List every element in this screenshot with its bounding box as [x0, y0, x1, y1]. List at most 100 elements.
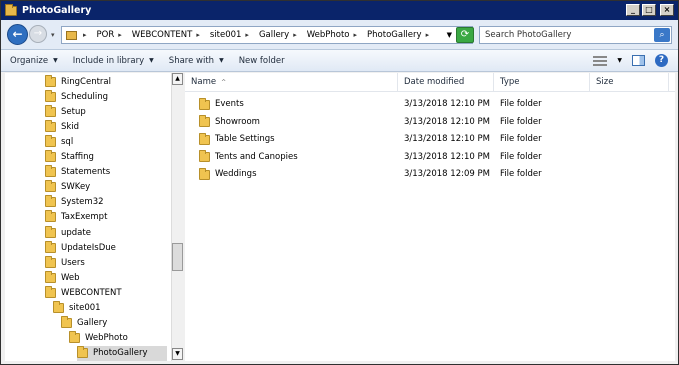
- tree-item[interactable]: Users: [45, 255, 167, 270]
- folder-icon: [45, 74, 56, 87]
- scroll-down-button[interactable]: ▼: [172, 348, 183, 360]
- search-input[interactable]: Search PhotoGallery ⌕: [479, 26, 672, 44]
- organize-label: Organize: [10, 55, 49, 66]
- maximize-button[interactable]: □: [642, 4, 656, 16]
- navigation-pane: RingCentral Scheduling Setup Skid sql Staffin…: [5, 73, 183, 361]
- folder-icon: [45, 285, 56, 298]
- file-date: 3/13/2018 12:10 PM: [404, 151, 490, 162]
- column-type[interactable]: Type: [494, 73, 590, 92]
- minimize-button[interactable]: _: [626, 4, 640, 16]
- tree-item-label: System32: [61, 197, 104, 208]
- breadcrumb-chevron-icon[interactable]: ▸: [354, 31, 358, 39]
- tree-item-label: PhotoGallery: [93, 348, 148, 359]
- folder-icon: [45, 255, 56, 268]
- folder-icon: [77, 346, 88, 359]
- tree-item[interactable]: Statements: [45, 165, 167, 180]
- help-icon[interactable]: ?: [655, 54, 668, 67]
- tree-item-label: SWKey: [61, 182, 91, 193]
- tree-item-label: WEBCONTENT: [61, 287, 122, 298]
- file-type: File folder: [500, 151, 542, 162]
- close-button[interactable]: ×: [660, 4, 674, 16]
- scroll-thumb[interactable]: [172, 243, 183, 271]
- refresh-button[interactable]: ⟳: [456, 27, 474, 43]
- views-dropdown-icon[interactable]: ▼: [617, 57, 622, 64]
- tree-item[interactable]: RingCentral: [45, 74, 167, 89]
- file-row[interactable]: Tents and Canopies 3/13/2018 12:10 PM File…: [185, 149, 675, 166]
- breadcrumb-item[interactable]: site001 ▸: [210, 30, 253, 40]
- breadcrumb-item[interactable]: WEBCONTENT ▸: [132, 30, 204, 40]
- share-with-button[interactable]: Share with ▼: [169, 56, 224, 66]
- column-size[interactable]: Size: [590, 73, 669, 92]
- title-bar: PhotoGallery _ □ ×: [1, 1, 678, 20]
- folder-icon: [45, 180, 56, 193]
- folder-icon: [199, 150, 210, 163]
- column-date-modified[interactable]: Date modified: [398, 73, 494, 92]
- file-name: Tents and Canopies: [215, 151, 298, 162]
- navigation-scrollbar[interactable]: ▲ ▼: [171, 73, 183, 361]
- folder-icon: [199, 132, 210, 145]
- tree-item[interactable]: WEBCONTENT: [45, 285, 167, 300]
- tree-item[interactable]: Web: [45, 270, 167, 285]
- address-bar[interactable]: ▸ POR ▸ WEBCONTENT ▸ site001 ▸ Gallery ▸ WebPhot…: [61, 26, 473, 44]
- tree-item[interactable]: Gallery: [61, 316, 167, 331]
- column-name[interactable]: Name ^: [185, 73, 398, 92]
- preview-pane-icon[interactable]: [632, 55, 645, 66]
- change-view-icon[interactable]: [593, 55, 608, 66]
- breadcrumb-chevron-icon[interactable]: ▸: [196, 31, 200, 39]
- folder-icon: [199, 97, 210, 110]
- tree-item[interactable]: System32: [45, 195, 167, 210]
- chevron-down-icon: ▼: [53, 57, 58, 64]
- breadcrumb: POR ▸ WEBCONTENT ▸ site001 ▸ Gallery ▸ WebPhoto ▸…: [91, 30, 434, 40]
- breadcrumb-item[interactable]: WebPhoto ▸: [307, 30, 361, 40]
- search-icon[interactable]: ⌕: [654, 28, 670, 42]
- sort-ascending-icon: ^: [221, 79, 227, 86]
- tree-item[interactable]: PhotoGallery: [77, 345, 167, 361]
- breadcrumb-item[interactable]: Gallery ▸: [259, 30, 301, 40]
- tree-item[interactable]: UpdateIsDue: [45, 240, 167, 255]
- new-folder-button[interactable]: New folder: [239, 56, 285, 66]
- breadcrumb-chevron-icon[interactable]: ▸: [426, 31, 430, 39]
- scroll-up-button[interactable]: ▲: [172, 73, 183, 85]
- folder-icon: [45, 150, 56, 162]
- tree-item[interactable]: Setup: [45, 104, 167, 119]
- tree-item[interactable]: TaxExempt: [45, 210, 167, 225]
- recent-pages-dropdown-icon[interactable]: ▾: [51, 31, 55, 39]
- tree-item[interactable]: sql: [45, 134, 167, 149]
- file-row[interactable]: Weddings 3/13/2018 12:09 PM File folder: [185, 166, 675, 183]
- back-button[interactable]: ←: [7, 24, 28, 45]
- column-type-label: Type: [500, 77, 520, 87]
- folder-icon: [45, 270, 56, 283]
- breadcrumb-item[interactable]: POR ▸: [97, 30, 126, 40]
- tree-item[interactable]: Scheduling: [45, 89, 167, 104]
- tree-item[interactable]: SWKey: [45, 180, 167, 195]
- include-in-library-button[interactable]: Include in library ▼: [73, 56, 154, 66]
- file-row[interactable]: Showroom 3/13/2018 12:10 PM File folder: [185, 114, 675, 131]
- tree-item[interactable]: update: [45, 225, 167, 240]
- breadcrumb-item[interactable]: PhotoGallery ▸: [367, 30, 433, 40]
- breadcrumb-chevron-icon[interactable]: ▸: [118, 31, 122, 39]
- tree-item-label: Web: [61, 272, 80, 283]
- file-row[interactable]: Events 3/13/2018 12:10 PM File folder: [185, 96, 675, 113]
- breadcrumb-chevron-icon[interactable]: ▸: [293, 31, 297, 39]
- file-name-cell: Events: [199, 96, 244, 113]
- file-row[interactable]: Table Settings 3/13/2018 12:10 PM File fol…: [185, 131, 675, 148]
- address-history-dropdown-icon[interactable]: ▼: [447, 31, 452, 39]
- breadcrumb-chevron-icon[interactable]: ▸: [245, 31, 249, 39]
- tree-item[interactable]: site001: [53, 301, 167, 316]
- share-label: Share with: [168, 55, 215, 66]
- folder-icon: [45, 210, 56, 223]
- breadcrumb-root-chevron[interactable]: ▸: [83, 31, 91, 39]
- tree-item[interactable]: Staffing: [45, 150, 167, 165]
- breadcrumb-label: WebPhoto: [306, 30, 350, 40]
- folder-icon: [45, 119, 56, 132]
- folder-icon: [66, 30, 77, 40]
- tree-item[interactable]: Skid: [45, 119, 167, 134]
- file-type: File folder: [500, 116, 542, 127]
- forward-button[interactable]: →: [29, 25, 47, 43]
- folder-icon: [199, 167, 210, 180]
- address-row: ← → ▾ ▸ POR ▸ WEBCONTENT ▸ site001 ▸ Gallery ▸ W…: [1, 20, 678, 50]
- folder-icon: [45, 225, 56, 238]
- tree-item-label: UpdateIsDue: [61, 242, 116, 253]
- tree-item[interactable]: WebPhoto: [69, 331, 167, 346]
- organize-button[interactable]: Organize ▼: [10, 56, 58, 66]
